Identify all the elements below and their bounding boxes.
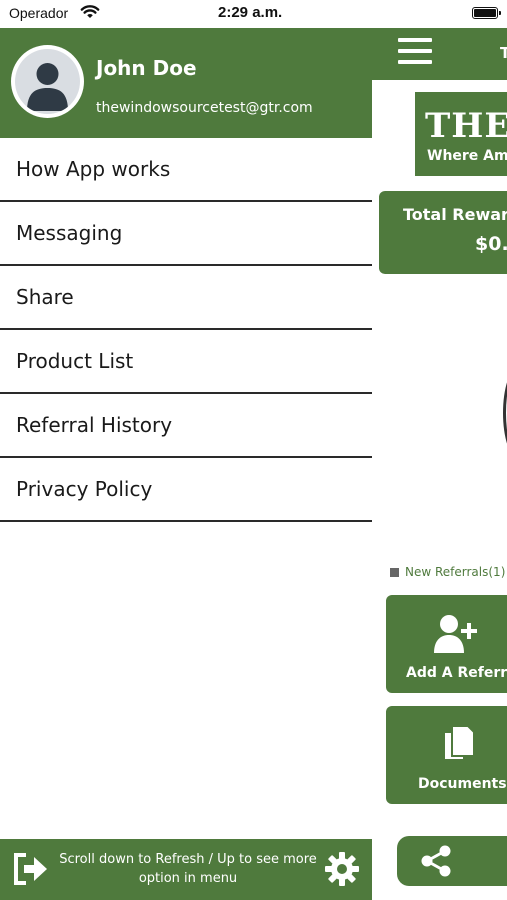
- side-drawer: John Doe thewindowsourcetest@gtr.com How…: [0, 0, 372, 900]
- drawer-header: John Doe thewindowsourcetest@gtr.com: [0, 28, 372, 138]
- referral-chart-ring: [503, 368, 507, 458]
- app-screen: Operador 2:29 a.m. T THE Where Am Total …: [0, 0, 507, 900]
- clock: 2:29 a.m.: [218, 4, 283, 21]
- chart-legend-item: New Referrals(1): [390, 565, 505, 579]
- menu-item-product-list[interactable]: Product List: [0, 330, 372, 394]
- drawer-menu: How App works Messaging Share Product Li…: [0, 138, 372, 522]
- total-rewards-value: $0.0: [475, 233, 507, 255]
- add-referral-button[interactable]: Add A Referra: [386, 595, 507, 693]
- menu-item-share[interactable]: Share: [0, 266, 372, 330]
- logo-subtitle: Where Am: [427, 148, 507, 164]
- documents-icon: [440, 724, 478, 770]
- logo-title: THE: [425, 106, 507, 146]
- share-button[interactable]: [397, 836, 507, 886]
- drawer-footer: Scroll down to Refresh / Up to see more …: [0, 839, 372, 900]
- add-user-icon: [432, 613, 480, 659]
- menu-item-how-app-works[interactable]: How App works: [0, 138, 372, 202]
- battery-icon: [472, 7, 501, 19]
- main-header: T: [372, 28, 507, 80]
- user-email: thewindowsourcetest@gtr.com: [96, 100, 313, 116]
- brand-logo: THE Where Am: [415, 92, 507, 176]
- status-bar: Operador 2:29 a.m.: [0, 0, 507, 28]
- documents-label: Documents: [418, 776, 507, 792]
- share-icon: [419, 844, 453, 882]
- legend-swatch: [390, 567, 399, 577]
- menu-item-referral-history[interactable]: Referral History: [0, 394, 372, 458]
- logout-icon[interactable]: [12, 852, 50, 890]
- carrier-label: Operador: [9, 5, 69, 21]
- user-name: John Doe: [96, 56, 197, 80]
- legend-label: New Referrals(1): [405, 565, 506, 579]
- gear-icon[interactable]: [324, 851, 360, 891]
- total-rewards-card: Total Rewar $0.0: [379, 191, 507, 274]
- avatar[interactable]: [11, 45, 84, 118]
- hamburger-menu-icon[interactable]: [398, 38, 432, 68]
- main-header-title: T: [500, 44, 507, 62]
- menu-item-privacy-policy[interactable]: Privacy Policy: [0, 458, 372, 522]
- wifi-icon: [80, 4, 100, 24]
- menu-item-messaging[interactable]: Messaging: [0, 202, 372, 266]
- add-referral-label: Add A Referra: [406, 665, 507, 681]
- main-screen: T THE Where Am Total Rewar $0.0 New Refe…: [372, 28, 507, 900]
- documents-button[interactable]: Documents: [386, 706, 507, 804]
- total-rewards-label: Total Rewar: [403, 205, 507, 224]
- refresh-hint: Scroll down to Refresh / Up to see more …: [59, 852, 317, 886]
